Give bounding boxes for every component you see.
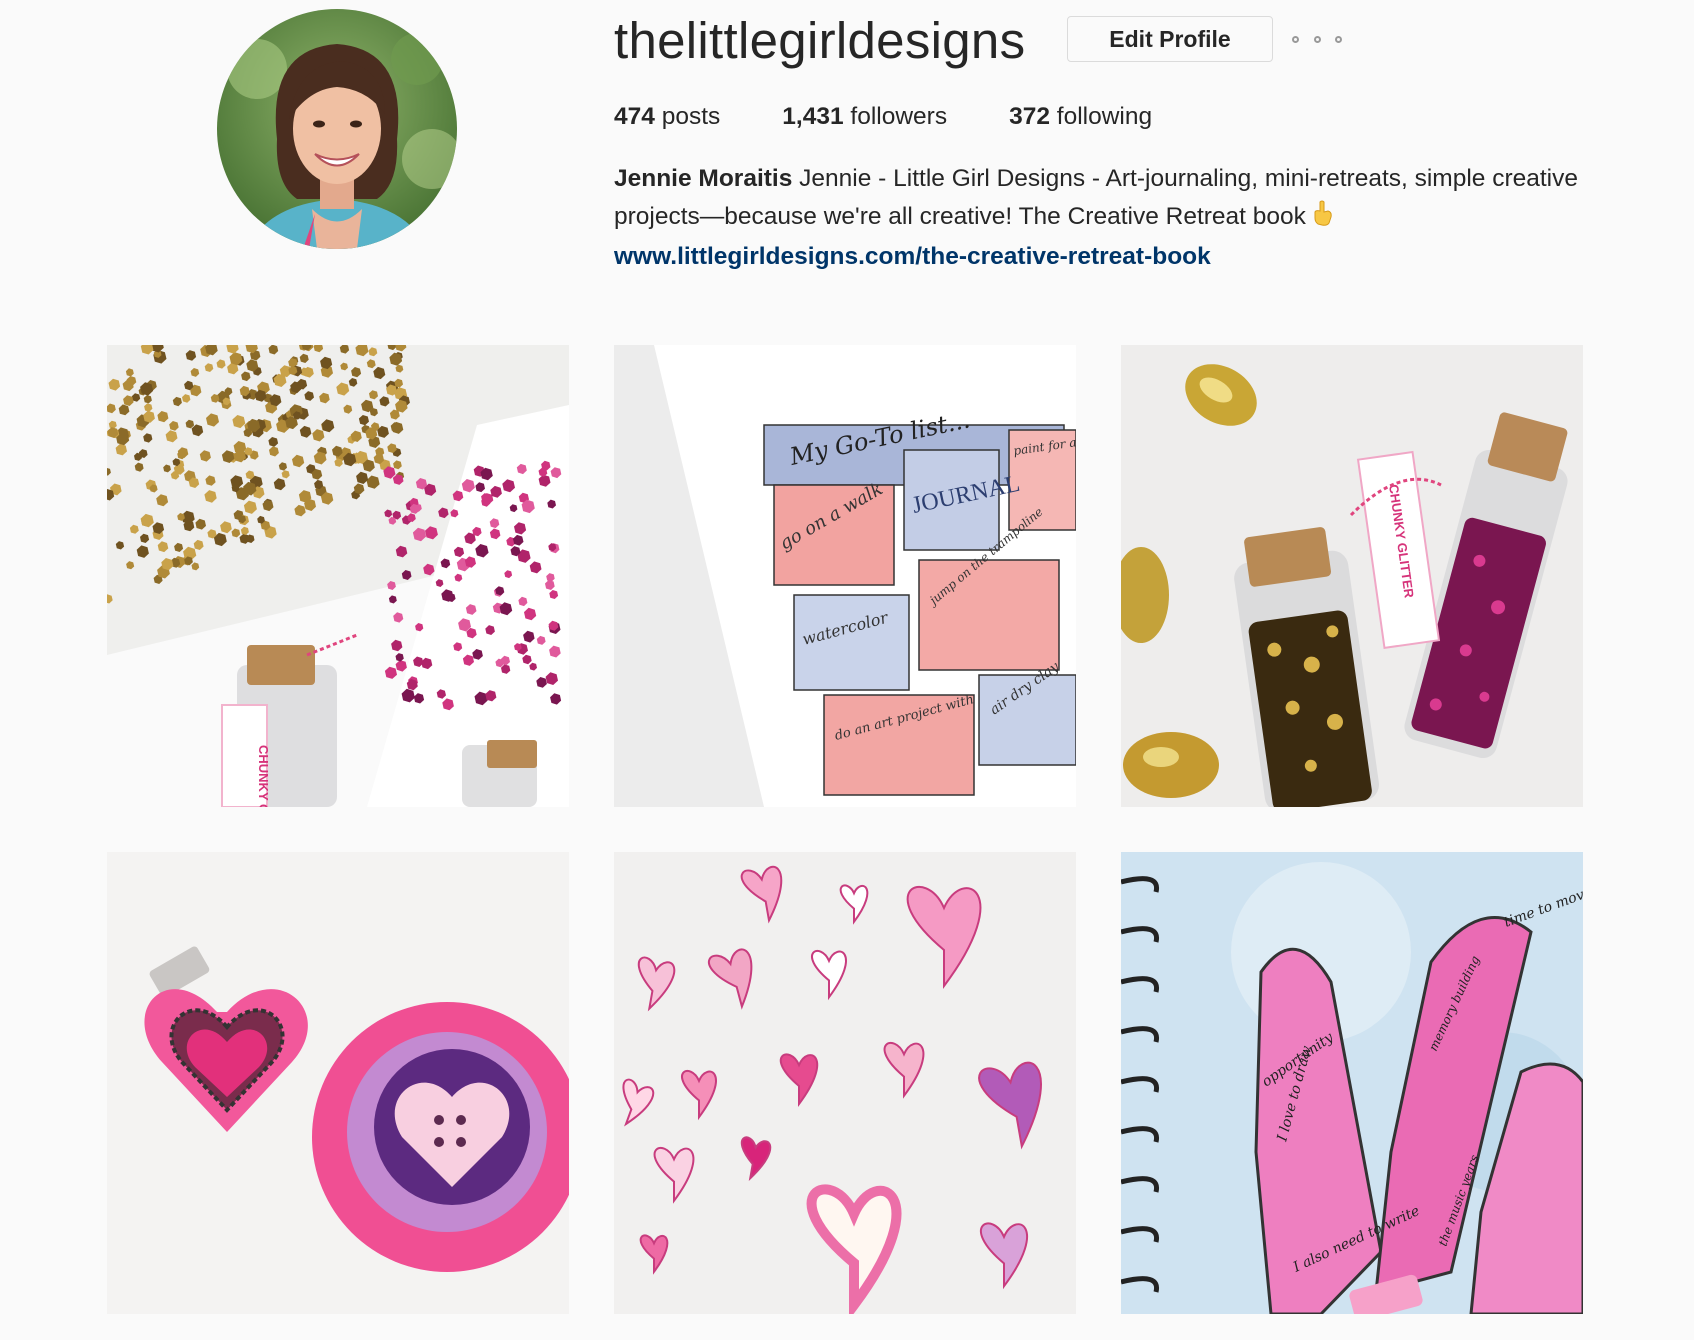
posts-count: 474 xyxy=(614,103,655,130)
followers-stat[interactable]: 1,431 followers xyxy=(782,97,947,137)
bio-website-link[interactable]: www.littlegirldesigns.com/the-creative-r… xyxy=(614,238,1594,276)
pointing-down-emoji-icon xyxy=(1313,200,1333,238)
profile-username: thelittlegirldesigns xyxy=(614,12,1026,69)
avatar-photo xyxy=(217,9,457,249)
posts-stat: 474 posts xyxy=(614,97,720,137)
post-tile[interactable] xyxy=(614,852,1076,1314)
profile-page: thelittlegirldesigns Edit Profile 474 po… xyxy=(0,0,1694,1340)
post-tile[interactable]: CHUNKY G xyxy=(107,345,569,807)
more-dot-icon xyxy=(1335,35,1342,43)
following-count: 372 xyxy=(1009,103,1050,130)
post-tile[interactable]: CHUNKY GLITTER xyxy=(1121,345,1583,807)
more-dot-icon xyxy=(1313,35,1321,43)
post-tile[interactable]: time to move on memory building opportun… xyxy=(1121,852,1583,1314)
profile-avatar[interactable] xyxy=(217,9,457,249)
post-image-felt-hearts xyxy=(107,852,569,1314)
post-image-go-to-list: My Go-To list... go on a walk JOURNAL pa… xyxy=(614,345,1076,807)
post-image-paper-hearts xyxy=(614,852,1076,1314)
post-image-hand-tracing: time to move on memory building opportun… xyxy=(1121,852,1583,1314)
edit-profile-button[interactable]: Edit Profile xyxy=(1067,16,1273,62)
post-image-glitter-jars: CHUNKY GLITTER xyxy=(1121,345,1583,807)
profile-stats: 474 posts 1,431 followers 372 following xyxy=(614,97,1214,137)
more-options-button[interactable] xyxy=(1292,24,1342,54)
more-dot-icon xyxy=(1292,35,1299,43)
followers-count: 1,431 xyxy=(782,103,844,130)
post-image-glitter-confetti: CHUNKY G xyxy=(107,345,569,807)
following-label: following xyxy=(1056,103,1153,130)
followers-label: followers xyxy=(850,103,948,130)
following-stat[interactable]: 372 following xyxy=(1009,97,1152,137)
post-tile[interactable] xyxy=(107,852,569,1314)
profile-bio: Jennie Moraitis Jennie - Little Girl Des… xyxy=(614,160,1594,276)
posts-label: posts xyxy=(661,103,721,130)
profile-full-name: Jennie Moraitis xyxy=(614,165,793,192)
post1-jar-label: CHUNKY G xyxy=(256,745,271,807)
post-tile[interactable]: My Go-To list... go on a walk JOURNAL pa… xyxy=(614,345,1076,807)
